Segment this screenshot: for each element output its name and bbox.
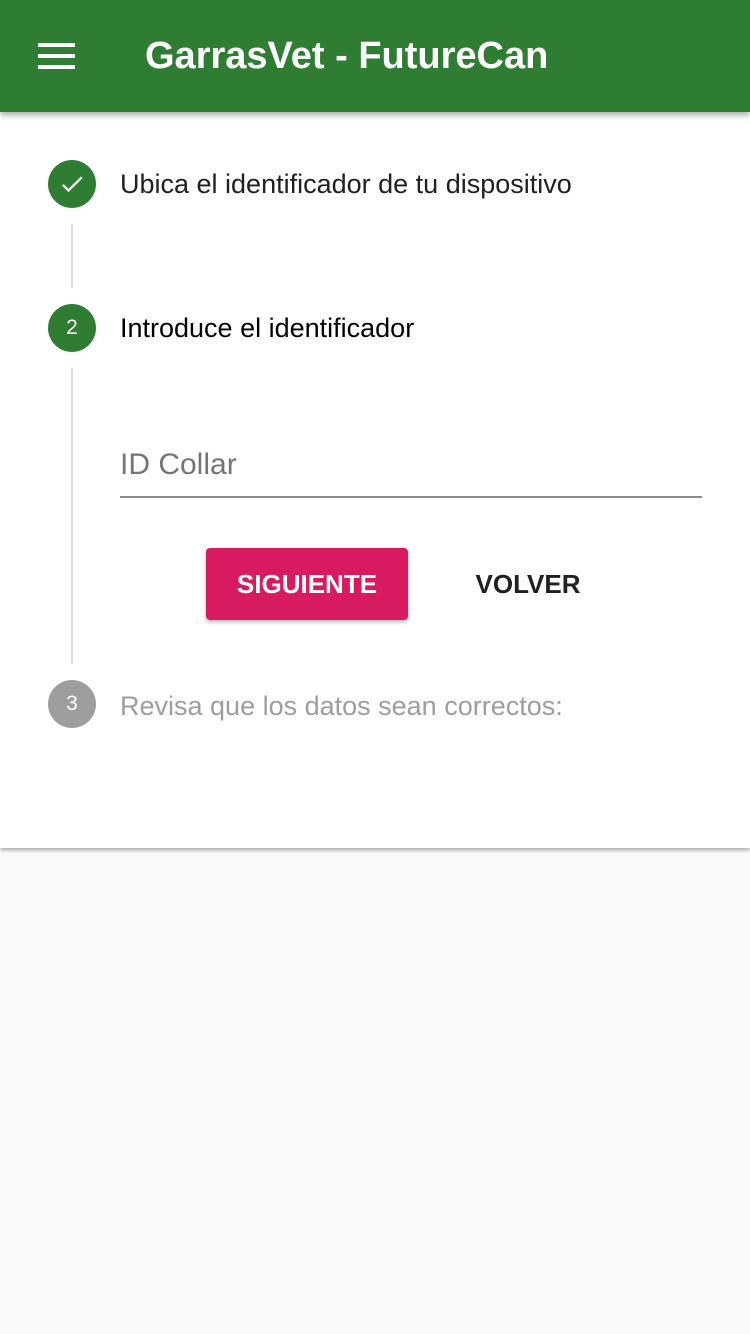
stepper-card: Ubica el identificador de tu dispositivo… (0, 112, 750, 848)
menu-button[interactable] (20, 28, 92, 84)
next-button[interactable]: SIGUIENTE (206, 548, 408, 620)
step-3-label[interactable]: Revisa que los datos sean correctos: (120, 682, 563, 730)
back-button[interactable]: VOLVER (450, 548, 606, 620)
app-bar: GarrasVet - FutureCan (0, 0, 750, 112)
step-2-label[interactable]: Introduce el identificador (120, 304, 414, 352)
step-connector (71, 368, 73, 664)
step-2-indicator[interactable]: 2 (48, 304, 96, 352)
id-collar-input[interactable] (120, 434, 702, 498)
step-1-indicator[interactable] (48, 160, 96, 208)
step-connector (71, 224, 73, 288)
app-title: GarrasVet - FutureCan (145, 35, 549, 77)
step-1-label[interactable]: Ubica el identificador de tu dispositivo (120, 160, 572, 208)
step-3-indicator[interactable]: 3 (48, 680, 96, 728)
check-icon (61, 176, 83, 193)
